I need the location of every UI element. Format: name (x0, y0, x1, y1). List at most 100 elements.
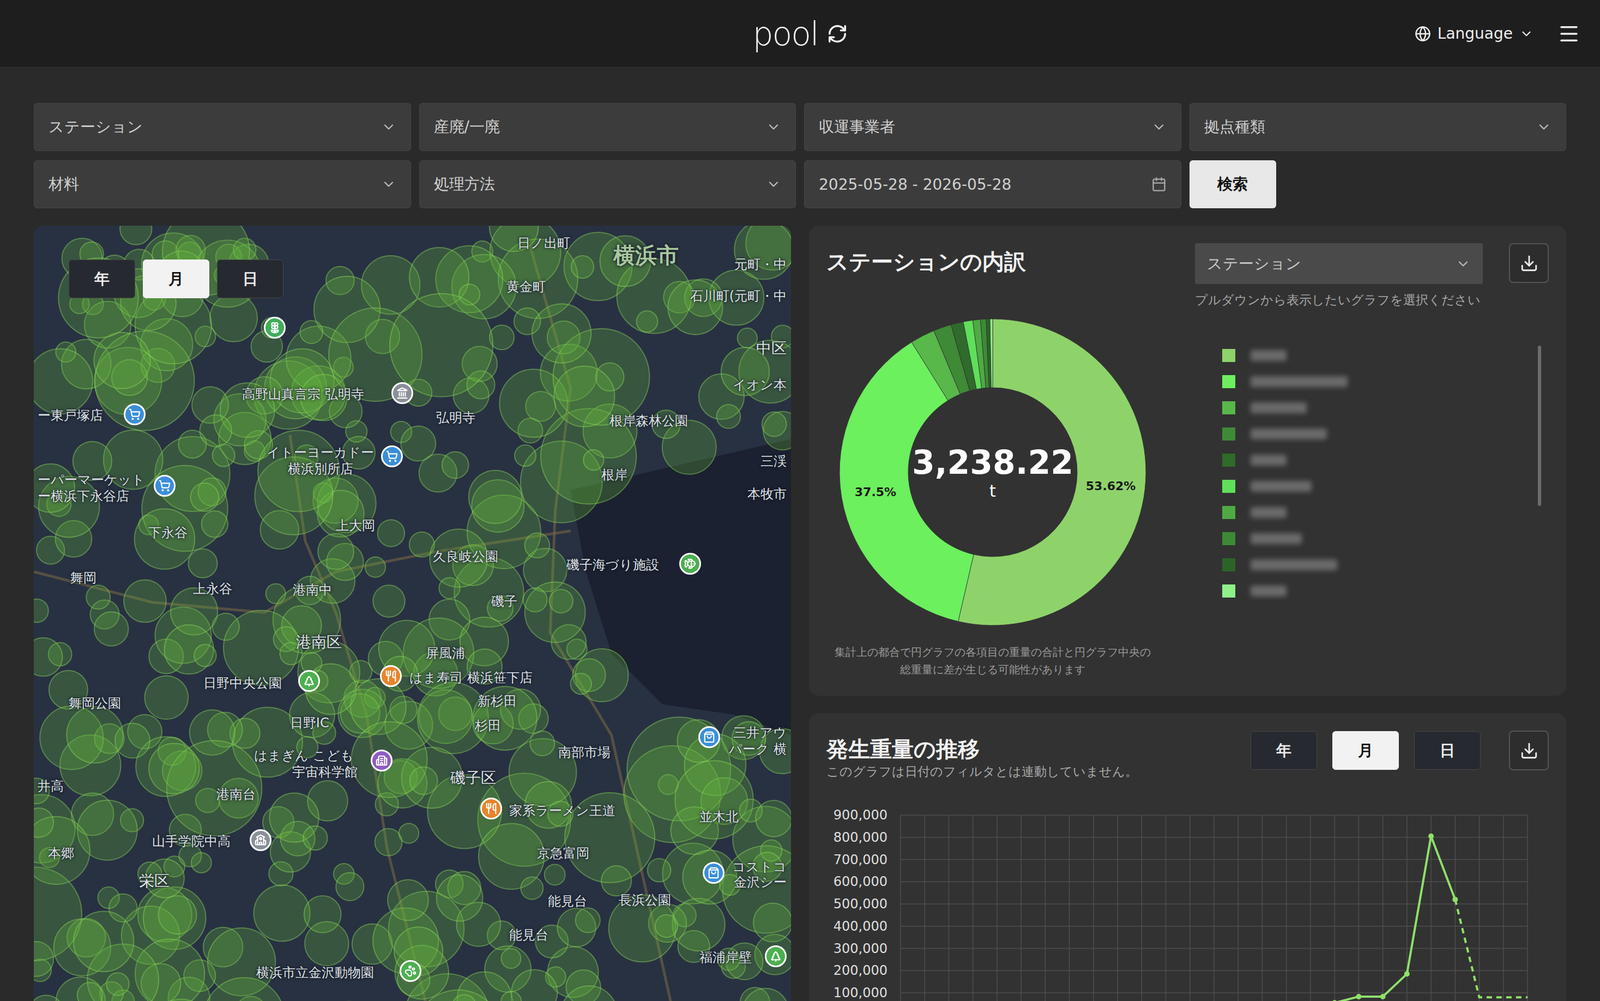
station-bubble[interactable] (303, 825, 328, 851)
graph-select[interactable]: ステーション (1194, 243, 1483, 285)
station-bubble[interactable] (77, 982, 103, 1001)
station-bubble[interactable] (191, 852, 212, 873)
map-pin[interactable] (263, 316, 286, 339)
filter-select[interactable]: 拠点種類 (1189, 103, 1567, 152)
station-bubble[interactable] (636, 310, 658, 332)
station-bubble[interactable] (452, 994, 477, 1001)
station-bubble[interactable] (755, 800, 792, 837)
legend-item[interactable] (1222, 551, 1538, 578)
station-bubble[interactable] (400, 426, 436, 462)
station-bubble[interactable] (553, 366, 615, 427)
station-bubble[interactable] (66, 706, 123, 763)
station-bubble[interactable] (335, 872, 364, 901)
station-bubble[interactable] (529, 731, 555, 756)
station-bubble[interactable] (119, 225, 152, 245)
station-bubble[interactable] (500, 991, 522, 1001)
station-bubble[interactable] (375, 828, 403, 856)
filter-select[interactable]: 処理方法 (419, 160, 797, 209)
legend-scrollbar[interactable] (1537, 345, 1542, 506)
period-button[interactable]: 日 (216, 259, 284, 299)
legend-item[interactable] (1222, 342, 1538, 369)
station-bubble[interactable] (544, 864, 566, 885)
station-bubble[interactable] (575, 907, 601, 933)
station-bubble[interactable] (473, 686, 537, 751)
station-bubble[interactable] (199, 414, 232, 447)
station-bubble[interactable] (677, 719, 720, 763)
data-point[interactable] (1355, 993, 1362, 1000)
station-bubble[interactable] (389, 293, 493, 397)
station-bubble[interactable] (134, 508, 196, 570)
map-pin[interactable] (370, 749, 393, 772)
station-bubble[interactable] (532, 303, 591, 363)
map-pin[interactable] (379, 665, 402, 687)
station-bubble[interactable] (33, 941, 54, 977)
language-menu[interactable]: Language (1414, 24, 1534, 43)
station-bubble[interactable] (647, 858, 672, 883)
station-bubble[interactable] (94, 611, 129, 646)
station-bubble[interactable] (753, 903, 792, 943)
map-pin[interactable] (764, 945, 787, 968)
filter-select[interactable]: ステーション (33, 103, 412, 152)
filter-select[interactable]: 材料 (33, 160, 412, 209)
map-pin[interactable] (480, 797, 503, 820)
station-bubble[interactable] (672, 898, 725, 951)
station-map[interactable]: 横浜市日ノ出町黄金町元町・中石川町(元町・中中区イオン本高野山真言宗 弘明寺弘明… (33, 225, 792, 1001)
map-pin[interactable] (381, 445, 403, 468)
search-button[interactable]: 検索 (1189, 160, 1277, 209)
station-bubble[interactable] (93, 332, 150, 389)
download-button[interactable] (1508, 730, 1549, 771)
station-bubble[interactable] (762, 412, 787, 437)
legend-item[interactable] (1222, 368, 1538, 395)
donut-chart[interactable]: 53.62%37.5%3,238.22t (829, 308, 1157, 636)
legend-item[interactable] (1222, 525, 1538, 552)
station-bubble[interactable] (734, 225, 792, 280)
data-point[interactable] (1331, 999, 1338, 1001)
station-bubble[interactable] (188, 548, 217, 578)
hamburger-menu-icon[interactable] (1557, 22, 1581, 46)
period-button[interactable]: 月 (142, 259, 210, 299)
station-bubble[interactable] (520, 877, 543, 900)
map-pin[interactable] (298, 669, 320, 692)
station-bubble[interactable] (436, 874, 483, 922)
station-bubble[interactable] (560, 985, 618, 1001)
station-bubble[interactable] (667, 279, 723, 335)
app-logo[interactable]: pool (752, 17, 848, 51)
station-bubble[interactable] (33, 807, 54, 838)
refresh-icon[interactable] (826, 23, 848, 45)
station-bubble[interactable] (742, 988, 789, 1001)
data-point[interactable] (1452, 896, 1458, 903)
legend-item[interactable] (1222, 499, 1538, 526)
station-bubble[interactable] (549, 589, 573, 613)
station-bubble[interactable] (524, 533, 550, 559)
station-bubble[interactable] (115, 722, 150, 758)
period-button[interactable]: 年 (1250, 731, 1318, 770)
station-bubble[interactable] (372, 584, 406, 618)
legend-item[interactable] (1222, 473, 1538, 500)
station-bubble[interactable] (33, 637, 63, 676)
station-bubble[interactable] (655, 914, 678, 938)
station-bubble[interactable] (583, 449, 604, 470)
station-bubble[interactable] (304, 895, 342, 933)
station-bubble[interactable] (399, 823, 420, 844)
date-range-field[interactable]: 2025-05-28 - 2026-05-28 (804, 160, 1182, 209)
station-bubble[interactable] (365, 557, 386, 578)
station-bubble[interactable] (203, 977, 285, 1001)
station-bubble[interactable] (58, 257, 138, 338)
station-bubble[interactable] (570, 673, 592, 695)
station-bubble[interactable] (158, 895, 197, 934)
map-pin[interactable] (391, 382, 414, 404)
station-bubble[interactable] (377, 519, 406, 547)
station-bubble[interactable] (299, 320, 323, 344)
map-pin[interactable] (702, 861, 725, 884)
donut-segment[interactable] (989, 318, 993, 388)
station-bubble[interactable] (212, 444, 235, 467)
filter-select[interactable]: 収運事業者 (804, 103, 1182, 152)
station-bubble[interactable] (73, 911, 135, 972)
station-bubble[interactable] (523, 587, 548, 612)
station-bubble[interactable] (716, 404, 741, 429)
station-bubble[interactable] (190, 482, 219, 512)
station-bubble[interactable] (409, 767, 438, 795)
station-bubble[interactable] (438, 577, 460, 599)
station-bubble[interactable] (674, 760, 754, 839)
data-point[interactable] (1404, 970, 1410, 977)
